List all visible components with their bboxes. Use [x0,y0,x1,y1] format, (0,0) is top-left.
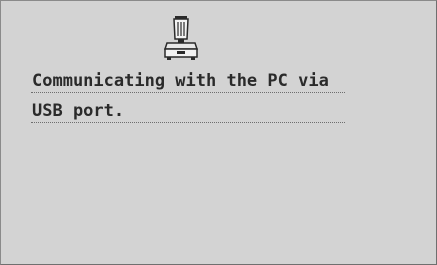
usb-communication-icon [163,16,199,60]
status-message: Communicating with the PC via USB port. [31,70,351,130]
usb-communication-screen: Communicating with the PC via USB port. [0,0,437,265]
message-line: Communicating with the PC via [31,70,345,93]
message-line: USB port. [31,100,345,123]
